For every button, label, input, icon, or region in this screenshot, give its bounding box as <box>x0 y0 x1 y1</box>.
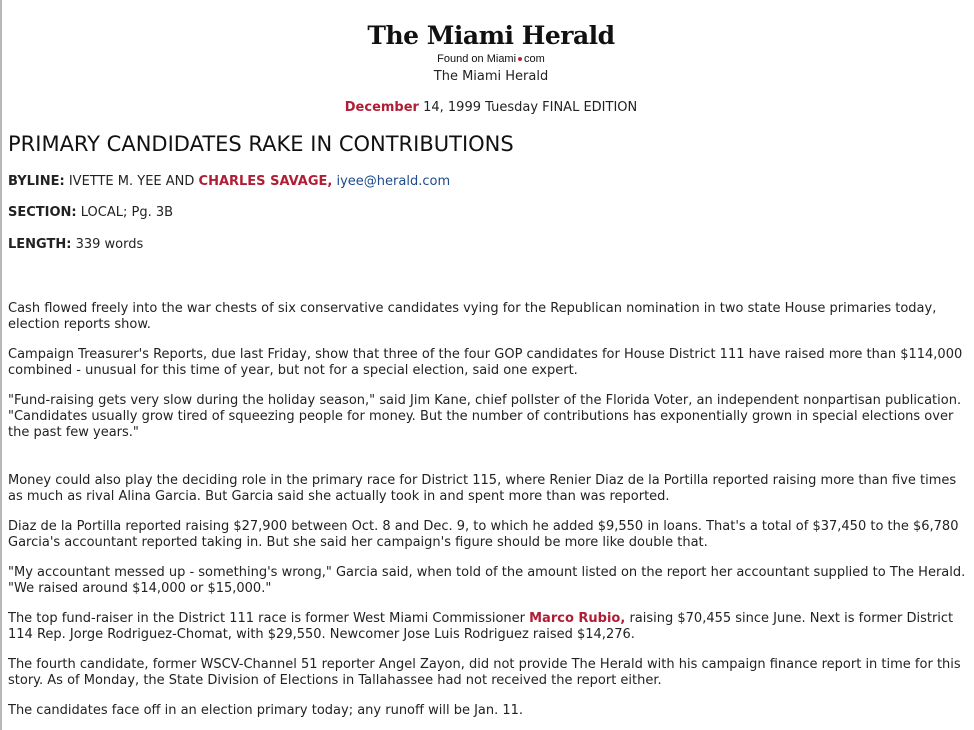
article-paragraph: "Fund-raising gets very slow during the … <box>8 393 962 440</box>
article-paragraph: Money could also play the deciding role … <box>8 473 957 504</box>
article-headline: PRIMARY CANDIDATES RAKE IN CONTRIBUTIONS <box>8 132 514 156</box>
byline: BYLINE: IVETTE M. YEE AND CHARLES SAVAGE… <box>8 174 450 190</box>
masthead: The Miami Herald Found on Miami com The M… <box>0 22 974 85</box>
found-on-prefix: Found on Miami <box>437 53 517 65</box>
length-label: LENGTH: <box>8 237 72 252</box>
length-line: LENGTH: 339 words <box>8 237 143 253</box>
byline-highlight-author: CHARLES SAVAGE, <box>198 174 333 189</box>
section-value: LOCAL; Pg. 3B <box>76 205 174 220</box>
byline-email[interactable]: iyee@herald.com <box>337 174 451 189</box>
publication-logo: The Miami Herald <box>367 21 615 50</box>
article-paragraph: Diaz de la Portilla reported raising $27… <box>8 519 959 550</box>
length-value: 339 words <box>71 237 144 252</box>
dateline-rest: 14, 1999 Tuesday FINAL EDITION <box>418 100 638 115</box>
article-paragraph: The fourth candidate, former WSCV-Channe… <box>8 657 961 688</box>
article-paragraph: Campaign Treasurer's Reports, due last F… <box>8 347 963 378</box>
found-on-line: Found on Miami com <box>0 53 974 66</box>
rubio-highlight: Marco Rubio, <box>529 611 626 626</box>
byline-authors: IVETTE M. YEE AND <box>64 174 199 189</box>
found-on-suffix: com <box>524 53 545 65</box>
publication-name: The Miami Herald <box>433 69 549 84</box>
dateline: December 14, 1999 Tuesday FINAL EDITION <box>0 100 974 116</box>
section-label: SECTION: <box>8 205 77 220</box>
article-paragraph: Cash flowed freely into the war chests o… <box>8 301 937 332</box>
logo-dot-icon <box>518 57 523 62</box>
dateline-month: December <box>344 100 419 115</box>
byline-label: BYLINE: <box>8 174 65 189</box>
article-paragraph: "My accountant messed up - something's w… <box>8 565 966 596</box>
article-paragraph-rubio: The top fund-raiser in the District 111 … <box>8 611 970 643</box>
article-paragraph: The candidates face off in an election p… <box>8 703 524 718</box>
section-line: SECTION: LOCAL; Pg. 3B <box>8 205 173 221</box>
rubio-before: The top fund-raiser in the District 111 … <box>8 611 530 626</box>
